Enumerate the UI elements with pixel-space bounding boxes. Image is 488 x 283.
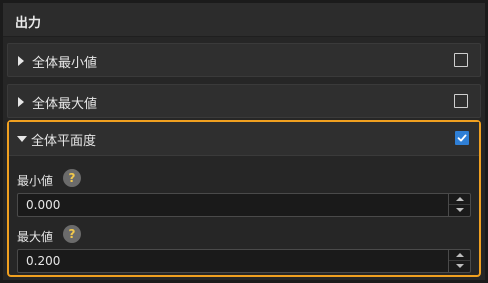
spin-up-button[interactable]: [449, 250, 470, 261]
global-min-checkbox[interactable]: [454, 53, 468, 67]
output-panel: 出力 全体最小値 全体最大値 全体平面度 最小値 ? 0.000 最大値 ? 0…: [3, 3, 485, 280]
row-global-max[interactable]: 全体最大値: [7, 84, 481, 118]
help-icon[interactable]: ?: [63, 169, 81, 187]
help-icon[interactable]: ?: [63, 225, 81, 243]
collapse-down-icon[interactable]: [17, 136, 27, 142]
expand-right-icon[interactable]: [18, 97, 24, 107]
field-label-min: 最小値: [17, 174, 54, 188]
flatness-header[interactable]: 全体平面度: [9, 122, 479, 156]
panel-header: 出力: [3, 3, 485, 37]
field-label-max: 最大値: [17, 230, 54, 244]
global-max-checkbox[interactable]: [454, 94, 468, 108]
min-value: 0.000: [26, 198, 61, 212]
spin-down-icon: [456, 208, 464, 212]
flatness-label: 全体平面度: [31, 134, 97, 149]
row-label-global-max: 全体最大値: [32, 97, 98, 112]
max-value: 0.200: [26, 254, 61, 268]
expand-right-icon[interactable]: [18, 56, 24, 66]
row-global-min[interactable]: 全体最小値: [7, 43, 481, 77]
max-spinner: [448, 250, 470, 272]
min-spinner: [448, 194, 470, 216]
spin-down-icon: [456, 264, 464, 268]
spin-up-icon: [456, 197, 464, 201]
spin-up-button[interactable]: [449, 194, 470, 205]
row-label-global-min: 全体最小値: [32, 56, 98, 71]
spin-down-button[interactable]: [449, 261, 470, 272]
spin-up-icon: [456, 253, 464, 257]
checkmark-icon: [457, 134, 467, 142]
flatness-section: 全体平面度 最小値 ? 0.000 最大値 ? 0.200: [7, 120, 481, 277]
min-value-input[interactable]: 0.000: [17, 193, 471, 217]
panel-title: 出力: [15, 16, 42, 31]
spin-down-button[interactable]: [449, 205, 470, 216]
max-value-input[interactable]: 0.200: [17, 249, 471, 273]
flatness-checkbox[interactable]: [455, 131, 469, 145]
